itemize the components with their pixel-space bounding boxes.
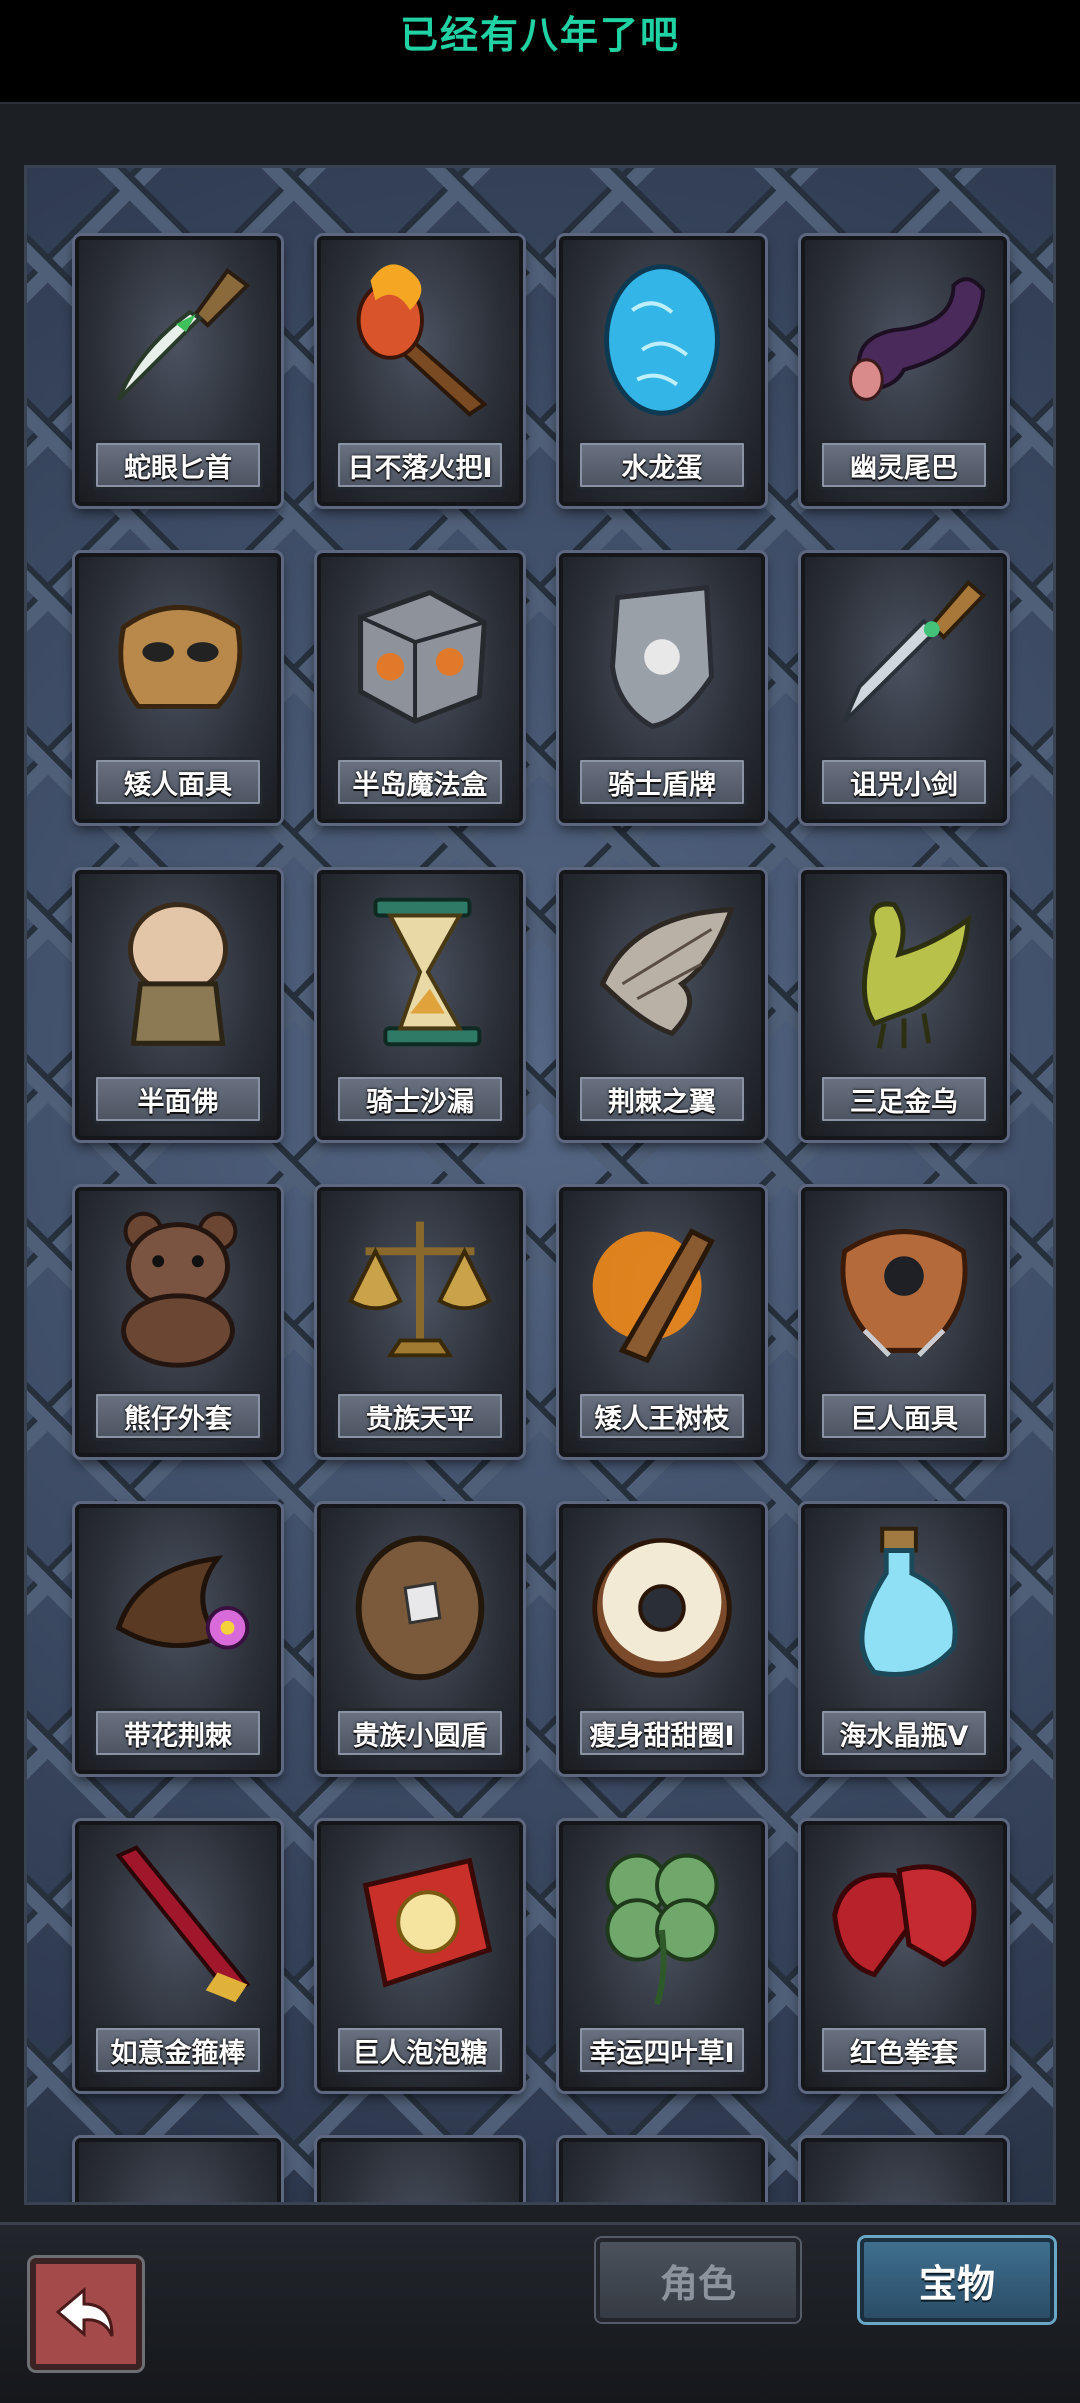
gum-pack-icon xyxy=(321,1825,519,2015)
treasure-label: 三足金乌 xyxy=(819,1074,989,1124)
treasure-label: 半岛魔法盒 xyxy=(335,757,505,807)
golden-bird-icon xyxy=(805,874,1003,1064)
treasure-label: 荆棘之翼 xyxy=(577,1074,747,1124)
treasure-card-giant-mask[interactable]: 巨人面具 xyxy=(801,1187,1007,1457)
magic-box-icon xyxy=(321,557,519,747)
treasure-label: 巨人泡泡糖 xyxy=(335,2025,505,2075)
treasure-label: 矮人面具 xyxy=(93,757,263,807)
treasure-card-ghost-tail[interactable]: 幽灵尾巴 xyxy=(801,236,1007,506)
treasure-card-cursed-sword[interactable]: 诅咒小剑 xyxy=(801,553,1007,823)
treasure-card-partial[interactable] xyxy=(801,2138,1007,2202)
treasure-label: 红色拳套 xyxy=(819,2025,989,2075)
back-button[interactable] xyxy=(30,2258,142,2370)
treasure-grid: 蛇眼匕首 日不落火把I 水龙蛋 幽灵尾巴 矮人面具 半岛魔法盒 骑士盾牌 诅咒小… xyxy=(27,168,1053,2202)
branch-icon xyxy=(563,1191,761,1381)
treasure-label: 日不落火把I xyxy=(335,440,505,490)
treasure-card-magic-box[interactable]: 半岛魔法盒 xyxy=(317,553,523,823)
donut-icon xyxy=(563,1508,761,1698)
treasure-label: 骑士盾牌 xyxy=(577,757,747,807)
treasure-label: 矮人王树枝 xyxy=(577,1391,747,1441)
treasure-card-flower-thorn[interactable]: 带花荆棘 xyxy=(75,1504,281,1774)
tab-treasure[interactable]: 宝物 xyxy=(860,2238,1054,2322)
treasure-card-knight-shield[interactable]: 骑士盾牌 xyxy=(559,553,765,823)
treasure-card-partial[interactable] xyxy=(317,2138,523,2202)
treasure-card-half-buddha[interactable]: 半面佛 xyxy=(75,870,281,1140)
round-shield-icon xyxy=(321,1508,519,1698)
treasure-card-water-dragon-egg[interactable]: 水龙蛋 xyxy=(559,236,765,506)
treasure-label: 海水晶瓶V xyxy=(819,1708,989,1758)
hourglass-icon xyxy=(321,874,519,1064)
treasure-card-thorn-wing[interactable]: 荆棘之翼 xyxy=(559,870,765,1140)
treasure-card-torch[interactable]: 日不落火把I xyxy=(317,236,523,506)
page-title: 已经有八年了吧 xyxy=(399,12,680,57)
treasure-card-noble-round-shield[interactable]: 贵族小圆盾 xyxy=(317,1504,523,1774)
treasure-card-golden-crow[interactable]: 三足金乌 xyxy=(801,870,1007,1140)
treasure-card-partial[interactable] xyxy=(75,2138,281,2202)
ghost-tail-icon xyxy=(805,240,1003,430)
treasure-label: 贵族小圆盾 xyxy=(335,1708,505,1758)
treasure-card-sea-crystal-bottle[interactable]: 海水晶瓶V xyxy=(801,1504,1007,1774)
torch-icon xyxy=(321,240,519,430)
treasure-label: 带花荆棘 xyxy=(93,1708,263,1758)
treasure-label: 幸运四叶草I xyxy=(577,2025,747,2075)
shield-icon xyxy=(563,557,761,747)
treasure-card-slim-donut[interactable]: 瘦身甜甜圈I xyxy=(559,1504,765,1774)
treasure-label: 如意金箍棒 xyxy=(93,2025,263,2075)
treasure-label: 骑士沙漏 xyxy=(335,1074,505,1124)
egg-icon xyxy=(563,240,761,430)
treasure-label: 瘦身甜甜圈I xyxy=(577,1708,747,1758)
treasure-card-teddy-coat[interactable]: 熊仔外套 xyxy=(75,1187,281,1457)
treasure-label: 半面佛 xyxy=(93,1074,263,1124)
mask-icon xyxy=(79,557,277,747)
treasure-card-red-boxing-gloves[interactable]: 红色拳套 xyxy=(801,1821,1007,2091)
back-arrow-icon xyxy=(50,2276,122,2352)
treasure-card-dwarf-mask[interactable]: 矮人面具 xyxy=(75,553,281,823)
teddy-bear-icon xyxy=(79,1191,277,1381)
tab-role[interactable]: 角色 xyxy=(596,2238,800,2322)
treasure-card-noble-scale[interactable]: 贵族天平 xyxy=(317,1187,523,1457)
staff-icon xyxy=(79,1825,277,2015)
treasure-card-snake-eye-dagger[interactable]: 蛇眼匕首 xyxy=(75,236,281,506)
wing-icon xyxy=(563,874,761,1064)
boxing-glove-icon xyxy=(805,1825,1003,2015)
treasure-card-dwarf-king-branch[interactable]: 矮人王树枝 xyxy=(559,1187,765,1457)
treasure-card-lucky-clover[interactable]: 幸运四叶草I xyxy=(559,1821,765,2091)
treasure-label: 蛇眼匕首 xyxy=(93,440,263,490)
dagger-icon xyxy=(79,240,277,430)
treasure-label: 熊仔外套 xyxy=(93,1391,263,1441)
treasure-card-partial[interactable] xyxy=(559,2138,765,2202)
buddha-bust-icon xyxy=(79,874,277,1064)
treasure-card-golden-staff[interactable]: 如意金箍棒 xyxy=(75,1821,281,2091)
treasure-label: 贵族天平 xyxy=(335,1391,505,1441)
treasure-card-knight-hourglass[interactable]: 骑士沙漏 xyxy=(317,870,523,1140)
treasure-label: 幽灵尾巴 xyxy=(819,440,989,490)
treasure-board[interactable]: 蛇眼匕首 日不落火把I 水龙蛋 幽灵尾巴 矮人面具 半岛魔法盒 骑士盾牌 诅咒小… xyxy=(24,165,1056,2205)
treasure-label: 巨人面具 xyxy=(819,1391,989,1441)
thorn-flower-icon xyxy=(79,1508,277,1698)
treasure-label: 诅咒小剑 xyxy=(819,757,989,807)
small-sword-icon xyxy=(805,557,1003,747)
scale-icon xyxy=(321,1191,519,1381)
giant-mask-icon xyxy=(805,1191,1003,1381)
treasure-label: 水龙蛋 xyxy=(577,440,747,490)
treasure-card-giant-bubble-gum[interactable]: 巨人泡泡糖 xyxy=(317,1821,523,2091)
potion-bottle-icon xyxy=(805,1508,1003,1698)
clover-icon xyxy=(563,1825,761,2015)
